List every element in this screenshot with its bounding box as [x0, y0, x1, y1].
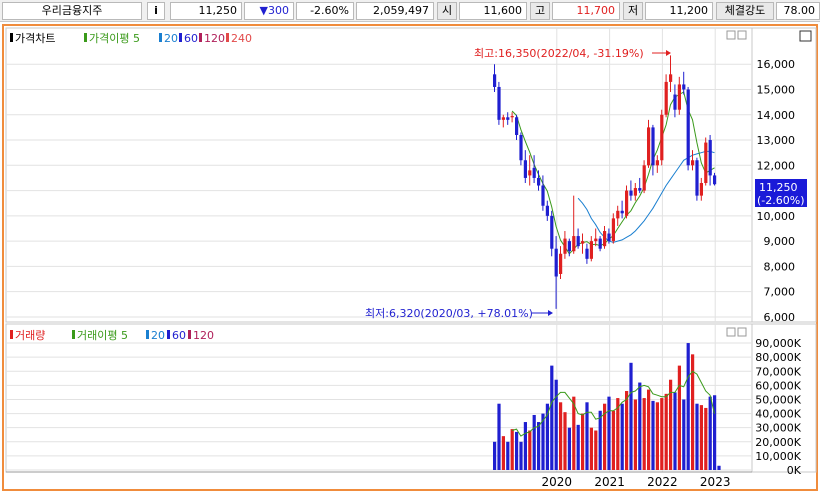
- volume-bar: [528, 430, 532, 470]
- legend-ma240: 240: [231, 32, 252, 45]
- volume-tick-label: 80,000K: [755, 351, 801, 364]
- legend-vol-ma20: 20: [151, 329, 165, 342]
- volume-y-axis: 0K10,000K20,000K30,000K40,000K 50,000K60,…: [755, 337, 801, 477]
- x-tick-label: 2022: [647, 475, 678, 489]
- legend-vol-ma120: 120: [193, 329, 214, 342]
- legend-volume: 거래량: [15, 329, 45, 342]
- volume-bar: [651, 400, 655, 470]
- volume-bar: [537, 422, 541, 470]
- volume-bar: [581, 413, 585, 470]
- volume-bar: [717, 465, 721, 470]
- volume-tick-label: 10,000K: [755, 450, 801, 463]
- current-price-box: 11,250 (-2.60%): [755, 179, 807, 207]
- legend-ma20: 20: [164, 32, 178, 45]
- volume-bar: [550, 365, 554, 470]
- x-tick-label: 2020: [542, 475, 573, 489]
- volume-bar: [523, 422, 527, 470]
- price-tick-label: 6,000: [764, 311, 796, 324]
- volume-bar: [563, 412, 567, 470]
- low-annotation: 최저:6,320(2020/03, +78.01%): [365, 307, 533, 320]
- volume-bar: [647, 389, 651, 470]
- volume-tick-label: 0K: [787, 464, 802, 477]
- volume-bar: [695, 403, 699, 470]
- volume-bar: [554, 379, 558, 470]
- x-tick-label: 2023: [700, 475, 731, 489]
- legend-ma60: 60: [184, 32, 198, 45]
- price-legend: 가격차트 가격이평 5 20 60 120 240: [10, 32, 252, 45]
- volume-bar: [686, 343, 690, 470]
- volume-bar: [567, 427, 571, 470]
- price-tick-label: 12,000: [757, 159, 796, 172]
- volume-bar: [493, 441, 497, 470]
- volume-bar: [559, 402, 563, 470]
- volume-bar: [704, 407, 708, 470]
- maximize-icon[interactable]: [799, 30, 812, 42]
- candle: [695, 157, 699, 201]
- volume-bar: [532, 414, 536, 470]
- volume-bar: [497, 403, 501, 470]
- volume-bar: [708, 396, 712, 470]
- x-axis: 2020 2021 2022 2023: [542, 475, 731, 489]
- price-tick-label: 13,000: [757, 134, 796, 147]
- volume-bar: [677, 365, 681, 470]
- candle: [704, 137, 708, 186]
- volume-legend: 거래량 거래이평 5 20 60 120: [10, 329, 214, 342]
- volume-bar: [510, 429, 514, 470]
- volume-panel: [5, 323, 817, 473]
- volume-bar: [611, 410, 615, 470]
- volume-bar: [607, 396, 611, 470]
- volume-tick-label: 30,000K: [755, 422, 801, 435]
- price-tick-label: 7,000: [764, 286, 796, 299]
- candle: [660, 109, 664, 166]
- legend-price-chart: 가격차트: [15, 32, 55, 45]
- volume-tick-label: 20,000K: [755, 436, 801, 449]
- legend-ma120: 120: [204, 32, 225, 45]
- current-price-label: 11,250: [759, 181, 798, 194]
- volume-bar: [633, 399, 637, 470]
- volume-bar: [682, 399, 686, 470]
- price-tick-label: 9,000: [764, 235, 796, 248]
- volume-bar: [620, 403, 624, 470]
- price-tick-label: 15,000: [757, 83, 796, 96]
- volume-bar: [519, 441, 523, 470]
- price-tick-label: 14,000: [757, 109, 796, 122]
- volume-bar: [699, 405, 703, 470]
- volume-bar: [664, 393, 668, 470]
- volume-tick-label: 40,000K: [755, 408, 801, 421]
- volume-bar: [713, 395, 717, 470]
- volume-bar: [660, 398, 664, 470]
- volume-bar: [576, 424, 580, 470]
- price-tick-label: 8,000: [764, 260, 796, 273]
- volume-bar: [638, 382, 642, 470]
- candle: [497, 81, 501, 125]
- candle: [686, 86, 690, 171]
- volume-tick-label: 90,000K: [755, 337, 801, 350]
- volume-bar: [673, 392, 677, 470]
- volume-tick-label: 60,000K: [755, 379, 801, 392]
- volume-bar: [598, 410, 602, 470]
- legend-vol-ma5: 거래이평 5: [77, 329, 128, 342]
- volume-tick-label: 70,000K: [755, 365, 801, 378]
- volume-bar: [501, 436, 505, 470]
- x-tick-label: 2021: [594, 475, 625, 489]
- price-tick-label: 10,000: [757, 210, 796, 223]
- high-annotation: 최고:16,350(2022/04, -31.19%): [474, 47, 644, 60]
- current-change-label: (-2.60%): [757, 194, 805, 207]
- price-tick-label: 16,000: [757, 58, 796, 71]
- volume-bar: [642, 398, 646, 470]
- volume-bar: [629, 362, 633, 470]
- legend-vol-ma60: 60: [172, 329, 186, 342]
- volume-tick-label: 50,000K: [755, 393, 801, 406]
- price-panel: [5, 27, 817, 323]
- stock-chart: 가격차트 가격이평 5 20 60 120 240 6,000 7,000 8,00…: [5, 27, 817, 489]
- volume-bar: [625, 391, 629, 470]
- volume-bar: [589, 427, 593, 470]
- volume-bar: [506, 441, 510, 470]
- volume-bar: [655, 402, 659, 470]
- volume-bar: [594, 430, 598, 470]
- volume-bar: [515, 431, 519, 470]
- legend-ma5: 가격이평 5: [89, 32, 140, 45]
